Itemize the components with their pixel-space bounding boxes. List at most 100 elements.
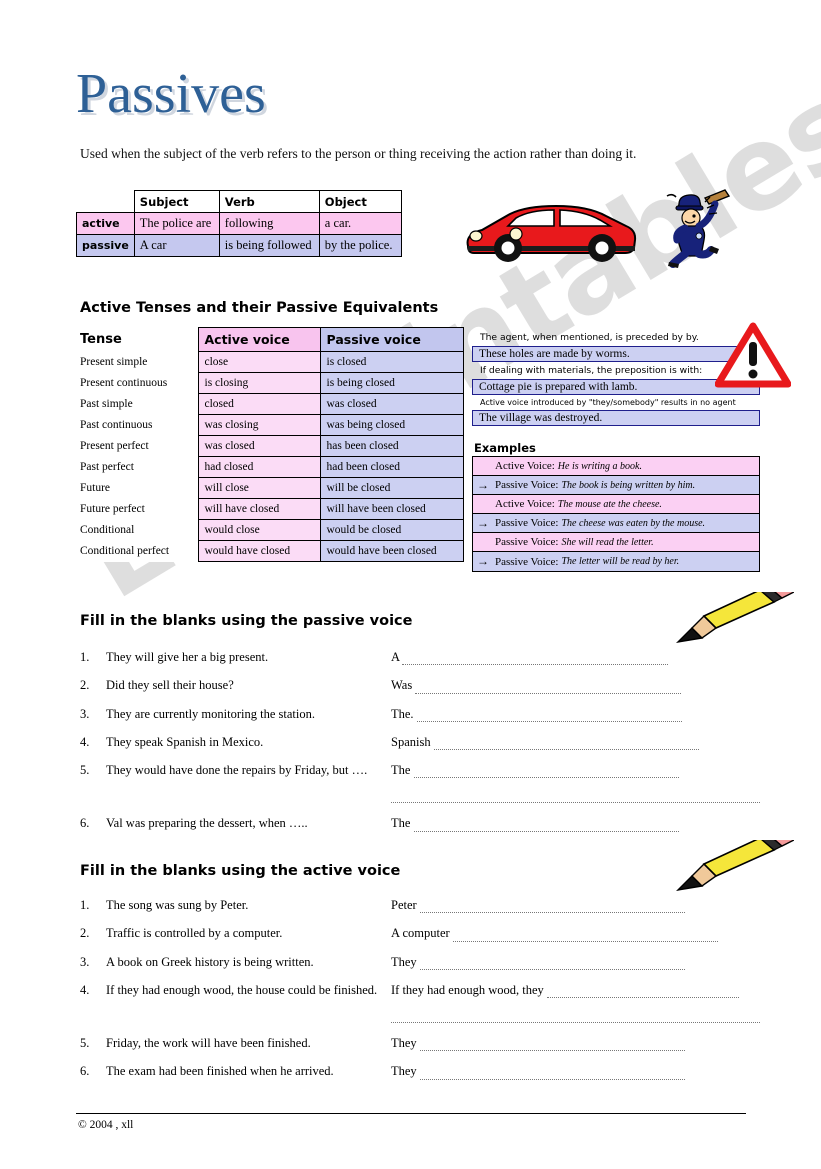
exercise-item: 2. Did they sell their house? Was bbox=[80, 678, 760, 694]
item-prompt: They are currently monitoring the statio… bbox=[106, 706, 315, 721]
table-corner-cell bbox=[76, 190, 135, 213]
column-header-active-voice: Active voice bbox=[197, 327, 321, 352]
table-row: Subject Verb Object bbox=[76, 190, 402, 213]
table-row-active: active The police are following a car. bbox=[76, 212, 402, 235]
active-voice-cell: was closed bbox=[197, 435, 321, 457]
examples-heading: Examples bbox=[474, 441, 536, 455]
answer-lead-in: A computer bbox=[391, 926, 450, 941]
tense-name: Past simple bbox=[80, 393, 198, 415]
passive-exercise-heading: Fill in the blanks using the passive voi… bbox=[80, 613, 413, 629]
active-voice-cell: closed bbox=[197, 393, 321, 415]
answer-blank-line[interactable] bbox=[419, 1068, 686, 1080]
answer-lead-in: Was bbox=[391, 678, 413, 693]
answer-blank-line[interactable] bbox=[413, 820, 680, 832]
tense-name: Present simple bbox=[80, 351, 198, 373]
answer-area[interactable]: They bbox=[391, 1036, 760, 1052]
tense-name: Present perfect bbox=[80, 435, 198, 457]
answer-area[interactable]: Spanish bbox=[391, 735, 760, 750]
answer-blank-line[interactable] bbox=[415, 682, 682, 694]
tense-name: Past perfect bbox=[80, 456, 198, 478]
answer-lead-in: Peter bbox=[391, 898, 417, 912]
note-example-village: The village was destroyed. bbox=[472, 410, 760, 426]
exercise-item: 1. They will give her a big present. A bbox=[80, 650, 760, 666]
active-voice-cell: had closed bbox=[197, 456, 321, 478]
exercise-item: 4. If they had enough wood, the house cou… bbox=[80, 983, 760, 1023]
answer-blank-line[interactable] bbox=[452, 930, 719, 942]
table-row: Future will close will be closed bbox=[80, 477, 464, 499]
passive-subject-cell: A car bbox=[133, 234, 220, 257]
item-prompt: Did they sell their house? bbox=[106, 678, 234, 693]
answer-area[interactable]: They bbox=[391, 1064, 760, 1080]
answer-blank-line[interactable] bbox=[391, 1011, 760, 1023]
answer-lead-in: They bbox=[391, 1036, 417, 1050]
pencil-icon bbox=[675, 840, 794, 892]
example-sentence: He is writing a book. bbox=[557, 460, 642, 472]
answer-area[interactable]: The bbox=[391, 763, 760, 804]
item-number: 5. bbox=[80, 763, 90, 777]
example-label: Passive Voice: bbox=[495, 536, 559, 548]
example-label: Passive Voice: bbox=[495, 555, 559, 568]
answer-area[interactable]: They bbox=[391, 955, 760, 970]
page-title: Passives bbox=[76, 63, 266, 125]
answer-area[interactable]: If they had enough wood, they bbox=[391, 983, 760, 1023]
answer-area[interactable]: A bbox=[391, 650, 760, 666]
answer-blank-line[interactable] bbox=[416, 710, 683, 722]
answer-area[interactable]: A computer bbox=[391, 926, 760, 942]
tense-name: Future perfect bbox=[80, 498, 198, 520]
table-row: Present perfect was closed has been closed bbox=[80, 435, 464, 457]
active-voice-cell: will close bbox=[197, 477, 321, 499]
answer-area[interactable]: The bbox=[391, 816, 760, 832]
item-number: 6. bbox=[80, 1064, 90, 1079]
table-row: Conditional would close would be closed bbox=[80, 519, 464, 541]
answer-blank-line[interactable] bbox=[402, 653, 669, 666]
warning-triangle-icon bbox=[715, 322, 791, 388]
example-sentence: The mouse ate the cheese. bbox=[557, 498, 662, 510]
column-header-verb: Verb bbox=[218, 190, 320, 213]
row-label-active: active bbox=[76, 212, 135, 235]
answer-lead-in: Spanish bbox=[391, 734, 431, 749]
passive-voice-cell: was being closed bbox=[319, 414, 464, 436]
tense-name: Future bbox=[80, 477, 198, 499]
answer-blank-line[interactable] bbox=[419, 901, 686, 914]
passive-voice-cell: was closed bbox=[319, 393, 464, 415]
answer-blank-line[interactable] bbox=[413, 766, 680, 779]
answer-area[interactable]: Peter bbox=[391, 898, 760, 914]
answer-area[interactable]: Was bbox=[391, 678, 760, 694]
answer-blank-line[interactable] bbox=[391, 791, 760, 804]
active-object-cell: a car. bbox=[318, 212, 402, 235]
column-header-subject: Subject bbox=[133, 190, 220, 213]
tense-name: Past continuous bbox=[80, 414, 198, 436]
example-row: Passive Voice: She will read the letter. bbox=[473, 533, 759, 552]
item-prompt: They will give her a big present. bbox=[106, 650, 269, 664]
examples-box: Active Voice: He is writing a book. → Passi… bbox=[472, 456, 760, 572]
example-label: Passive Voice: bbox=[495, 479, 559, 491]
active-voice-cell: would close bbox=[197, 519, 321, 541]
column-header-object: Object bbox=[318, 190, 402, 213]
answer-lead-in: The bbox=[391, 763, 411, 777]
item-number: 2. bbox=[80, 678, 90, 693]
active-voice-cell: is closing bbox=[197, 372, 321, 394]
example-sentence: She will read the letter. bbox=[561, 536, 654, 548]
item-number: 4. bbox=[80, 734, 90, 749]
answer-area[interactable]: The. bbox=[391, 707, 760, 722]
table-header-row: Tense Active voice Passive voice bbox=[80, 327, 464, 352]
answer-blank-line[interactable] bbox=[433, 738, 700, 750]
answer-blank-line[interactable] bbox=[419, 958, 686, 970]
example-label: Active Voice: bbox=[495, 498, 555, 510]
pencil-icon bbox=[675, 592, 794, 644]
answer-blank-line[interactable] bbox=[419, 1039, 686, 1052]
answer-blank-line[interactable] bbox=[546, 986, 739, 998]
passive-voice-cell: would have been closed bbox=[319, 540, 464, 562]
subject-verb-object-table: Subject Verb Object active The police ar… bbox=[76, 190, 402, 257]
example-row: → Passive Voice: The cheese was eaten by t… bbox=[473, 514, 759, 533]
answer-lead-in: If they had enough wood, they bbox=[391, 982, 544, 997]
copyright-footer: © 2004 , xll bbox=[78, 1119, 134, 1131]
arrow-icon: → bbox=[477, 515, 489, 530]
exercise-item: 3. They are currently monitoring the stat… bbox=[80, 707, 760, 722]
passive-voice-cell: will be closed bbox=[319, 477, 464, 499]
example-row: Active Voice: He is writing a book. bbox=[473, 457, 759, 476]
tense-name: Present continuous bbox=[80, 372, 198, 394]
item-prompt: The exam had been finished when he arriv… bbox=[106, 1064, 334, 1079]
table-row: Past continuous was closing was being clos… bbox=[80, 414, 464, 436]
passive-voice-cell: is being closed bbox=[319, 372, 464, 394]
